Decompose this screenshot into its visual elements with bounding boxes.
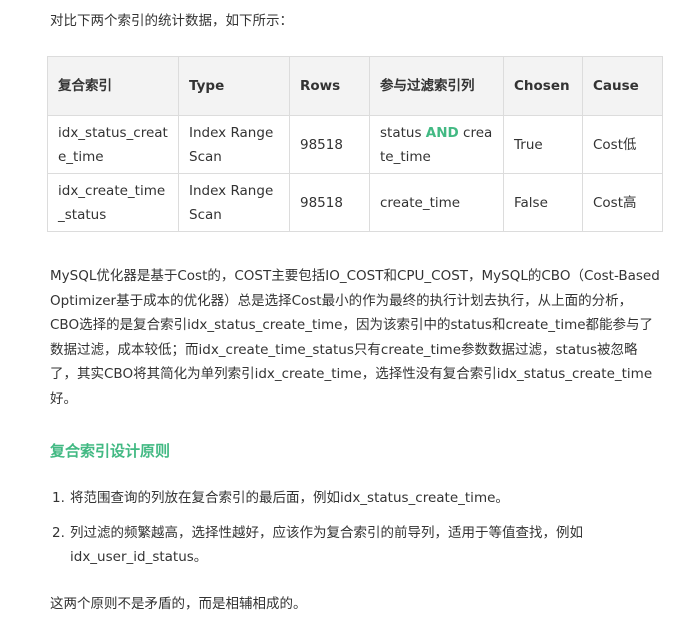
- list-item-text: 列过滤的频繁越高，选择性越好，应该作为复合索引的前导列，适用于等值查找，例如id…: [70, 525, 583, 565]
- list-item-number: 2.: [52, 525, 65, 541]
- list-item-number: 1.: [52, 490, 65, 506]
- cell-filter-columns: status AND create_time: [369, 115, 504, 174]
- cell-filter-columns: create_time: [369, 173, 504, 232]
- principles-list: 1. 将范围查询的列放在复合索引的最后面，例如idx_status_create…: [52, 486, 652, 580]
- cell-index: idx_create_time_status: [47, 173, 179, 232]
- index-comparison-table: 复合索引 Type Rows 参与过滤索引列 Chosen Cause idx_…: [47, 56, 663, 232]
- header-chosen: Chosen: [503, 56, 583, 116]
- list-item-text: 将范围查询的列放在复合索引的最后面，例如idx_status_create_ti…: [70, 490, 509, 506]
- table-row: idx_status_create_time Index Range Scan …: [47, 115, 663, 174]
- filter-keyword: AND: [425, 124, 459, 141]
- header-cause: Cause: [582, 56, 663, 116]
- list-item: 2. 列过滤的频繁越高，选择性越好，应该作为复合索引的前导列，适用于等值查找，例…: [52, 521, 652, 569]
- header-filter-columns: 参与过滤索引列: [369, 56, 504, 116]
- closing-text: 这两个原则不是矛盾的，而是相辅相成的。: [50, 596, 307, 612]
- table-header-row: 复合索引 Type Rows 参与过滤索引列 Chosen Cause: [47, 56, 663, 116]
- cell-chosen: True: [503, 115, 583, 174]
- article-page: 对比下两个索引的统计数据，如下所示： 复合索引 Type Rows 参与过滤索引…: [0, 0, 680, 629]
- cell-rows: 98518: [289, 173, 370, 232]
- cell-index: idx_status_create_time: [47, 115, 179, 174]
- cell-chosen: False: [503, 173, 583, 232]
- header-composite-index: 复合索引: [47, 56, 179, 116]
- cell-type: Index Range Scan: [178, 115, 290, 174]
- explanation-paragraph: MySQL优化器是基于Cost的，COST主要包括IO_COST和CPU_COS…: [50, 268, 660, 407]
- header-type: Type: [178, 56, 290, 116]
- cell-rows: 98518: [289, 115, 370, 174]
- section-heading: 复合索引设计原则: [50, 442, 171, 460]
- intro-text: 对比下两个索引的统计数据，如下所示：: [50, 13, 293, 29]
- cell-type: Index Range Scan: [178, 173, 290, 232]
- cell-cause: Cost低: [582, 115, 663, 174]
- filter-text-pre: status: [380, 124, 426, 141]
- cell-cause: Cost高: [582, 173, 663, 232]
- list-item: 1. 将范围查询的列放在复合索引的最后面，例如idx_status_create…: [52, 486, 652, 510]
- table-row: idx_create_time_status Index Range Scan …: [47, 173, 663, 232]
- filter-text-pre: create_time: [380, 194, 461, 211]
- header-rows: Rows: [289, 56, 370, 116]
